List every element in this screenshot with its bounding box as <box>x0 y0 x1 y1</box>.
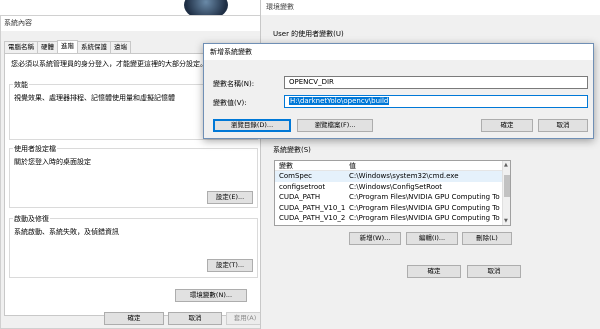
row-variable: configsetroot <box>279 182 326 191</box>
user-variables-label: User 的使用者變數(U) <box>273 30 344 38</box>
list-header: 變數 值 <box>275 161 510 171</box>
row-variable: CUDA_PATH_V10_2 <box>279 214 345 222</box>
variable-name-label: 變數名稱(N): <box>213 80 255 88</box>
system-variables-scrollbar[interactable]: ▲ ▼ <box>502 161 510 225</box>
user-profiles-settings-button[interactable]: 設定(E)... <box>207 191 253 204</box>
system-properties-apply-button[interactable]: 套用(A) <box>226 312 264 325</box>
table-row[interactable]: ComSpec C:\Windows\system32\cmd.exe <box>275 171 510 182</box>
variable-value-selected-text: H:\darknetYolo\opencv\build <box>289 97 390 105</box>
browse-file-button[interactable]: 瀏覽檔案(F)... <box>297 119 373 132</box>
row-variable: ComSpec <box>279 172 313 180</box>
table-row[interactable]: configsetroot C:\Windows\ConfigSetRoot <box>275 182 510 193</box>
row-value: C:\Windows\ConfigSetRoot <box>349 182 443 191</box>
new-system-variable-dialog: 新增系統變數 變數名稱(N): OPENCV_DIR 變數值(V): H:\da… <box>203 43 594 139</box>
startup-recovery-title: 啟動及修復 <box>13 214 50 224</box>
browse-directory-button[interactable]: 瀏覽目錄(D)... <box>213 119 291 132</box>
environment-variables-ok-button[interactable]: 確定 <box>407 265 461 278</box>
table-row[interactable]: CUDA_PATH C:\Program Files\NVIDIA GPU Co… <box>275 192 510 203</box>
variable-name-value: OPENCV_DIR <box>289 78 334 86</box>
admin-note: 您必須以系統管理員的身分登入，才能變更這裡的大部分設定。 <box>11 60 207 68</box>
environment-variables-button[interactable]: 環境變數(N)... <box>175 289 247 302</box>
row-value: C:\Windows\system32\cmd.exe <box>349 172 459 180</box>
row-value: C:\Program Files\NVIDIA GPU Computing To… <box>349 214 500 222</box>
environment-variables-title: 環境變數 <box>266 3 294 11</box>
delete-system-variable-button[interactable]: 刪除(L) <box>462 232 512 245</box>
user-profiles-desc: 關於您登入時的桌面設定 <box>14 158 91 166</box>
system-variables-label: 系統變數(S) <box>273 146 311 154</box>
scroll-up-icon[interactable]: ▲ <box>504 162 508 168</box>
new-variable-title: 新增系統變數 <box>210 48 252 56</box>
new-system-variable-button[interactable]: 新增(W)... <box>349 232 401 245</box>
variable-value-field[interactable]: H:\darknetYolo\opencv\build <box>284 95 588 108</box>
startup-recovery-desc: 系統啟動、系統失敗，及偵錯資訊 <box>14 228 119 236</box>
table-row[interactable]: CUDA_PATH_V10_2 C:\Program Files\NVIDIA … <box>275 213 510 224</box>
column-header-value[interactable]: 值 <box>345 161 500 170</box>
performance-title: 效能 <box>13 80 29 90</box>
column-header-variable[interactable]: 變數 <box>275 161 345 170</box>
startup-recovery-group: 啟動及修復 系統啟動、系統失敗，及偵錯資訊 設定(T)... <box>9 214 258 278</box>
new-variable-cancel-button[interactable]: 取消 <box>538 119 588 132</box>
row-value: C:\Program Files\NVIDIA GPU Computing To… <box>349 193 500 201</box>
startup-recovery-settings-button[interactable]: 設定(T)... <box>207 259 253 272</box>
environment-variables-titlebar[interactable]: 環境變數 <box>261 0 600 15</box>
variable-name-field[interactable]: OPENCV_DIR <box>284 76 588 89</box>
row-variable: CUDA_PATH <box>279 193 321 201</box>
system-properties-ok-button[interactable]: 確定 <box>104 312 164 325</box>
system-properties-title: 系統內容 <box>4 19 32 27</box>
system-properties-cancel-button[interactable]: 取消 <box>168 312 222 325</box>
user-profiles-group: 使用者設定檔 關於您登入時的桌面設定 設定(E)... <box>9 144 258 208</box>
variable-value-label: 變數值(V): <box>213 99 247 107</box>
performance-desc: 視覺效果、處理器排程、記憶體使用量和虛擬記憶體 <box>14 94 175 102</box>
row-variable: CUDA_PATH_V10_1 <box>279 203 345 212</box>
table-row[interactable]: CUDA_PATH_V10_1 C:\Program Files\NVIDIA … <box>275 203 510 214</box>
system-variables-list[interactable]: 變數 值 ComSpec C:\Windows\system32\cmd.exe… <box>274 160 511 226</box>
system-properties-titlebar[interactable]: 系統內容 <box>1 16 264 31</box>
tab-advanced[interactable]: 進階 <box>57 40 78 53</box>
edit-system-variable-button[interactable]: 編輯(I)... <box>406 232 458 245</box>
row-value: C:\Program Files\NVIDIA GPU Computing To… <box>349 203 500 212</box>
environment-variables-cancel-button[interactable]: 取消 <box>467 265 521 278</box>
new-variable-ok-button[interactable]: 確定 <box>481 119 533 132</box>
scrollbar-thumb[interactable] <box>504 175 510 197</box>
new-variable-titlebar[interactable]: 新增系統變數 <box>204 44 593 60</box>
user-profiles-title: 使用者設定檔 <box>13 144 57 154</box>
scroll-down-icon[interactable]: ▼ <box>504 218 508 224</box>
